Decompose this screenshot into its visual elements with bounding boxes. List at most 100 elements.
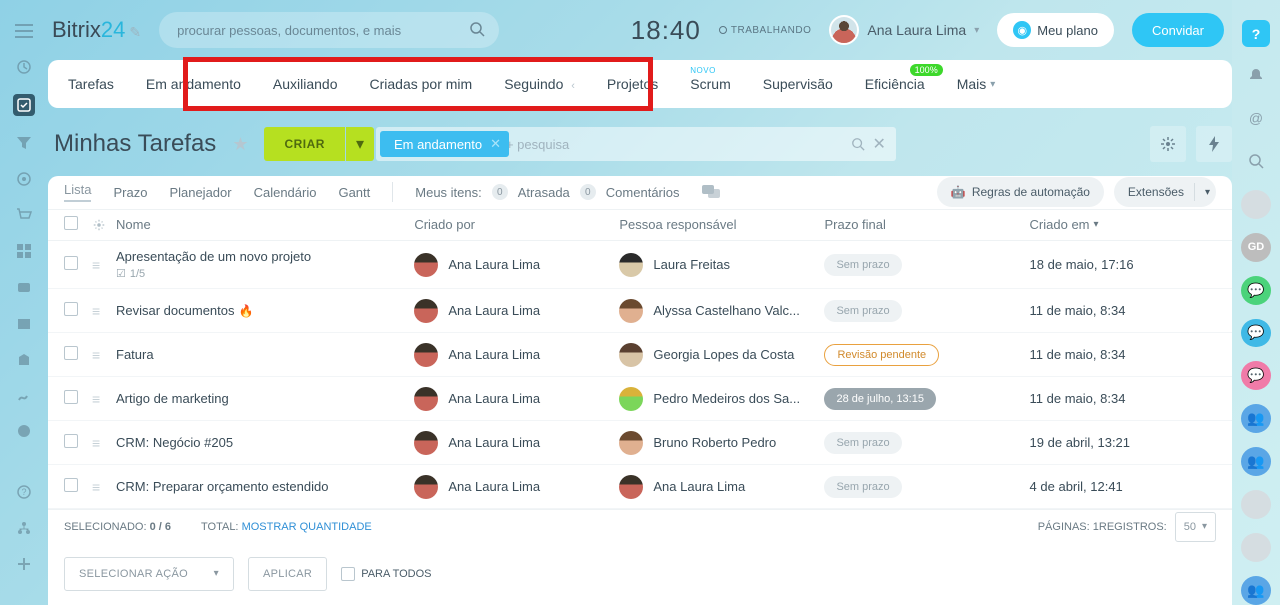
responsible[interactable]: Ana Laura Lima	[619, 475, 824, 499]
drag-icon[interactable]: ≡	[92, 479, 100, 495]
invite-button[interactable]: Convidar	[1132, 13, 1224, 47]
responsible[interactable]: Alyssa Castelhano Valc...	[619, 299, 824, 323]
drag-icon[interactable]: ≡	[92, 303, 100, 319]
select-action-dropdown[interactable]: SELECIONAR AÇÃO▾	[64, 557, 234, 591]
robot-icon[interactable]	[15, 278, 33, 296]
contact-avatar-1[interactable]	[1241, 190, 1271, 219]
due-pill[interactable]: Sem prazo	[824, 300, 901, 322]
tab-projetos[interactable]: Projetos	[607, 76, 658, 92]
due-pill[interactable]: Sem prazo	[824, 476, 901, 498]
work-status[interactable]: TRABALHANDO	[719, 25, 812, 36]
task-name[interactable]: Apresentação de um novo projeto	[116, 249, 414, 264]
tab-scrum[interactable]: NOVOScrum	[690, 76, 730, 92]
create-main[interactable]: CRIAR	[264, 127, 345, 161]
creator[interactable]: Ana Laura Lima	[414, 253, 619, 277]
footer-total-link[interactable]: MOSTRAR QUANTIDADE	[242, 521, 372, 533]
view-calendario[interactable]: Calendário	[254, 185, 317, 200]
contact-avatar-4[interactable]	[1241, 533, 1271, 562]
tab-criadas[interactable]: Criadas por mim	[369, 76, 472, 92]
drag-icon[interactable]: ≡	[92, 435, 100, 451]
table-row[interactable]: ≡Apresentação de um novo projeto☑1/5Ana …	[48, 241, 1232, 289]
help-icon[interactable]: ?	[15, 483, 33, 501]
bell-icon[interactable]	[1241, 61, 1271, 90]
target-icon[interactable]	[15, 170, 33, 188]
table-row[interactable]: ≡FaturaAna Laura LimaGeorgia Lopes da Co…	[48, 333, 1232, 377]
table-row[interactable]: ≡ Artigo de marketingAna Laura LimaPedro …	[48, 377, 1232, 421]
responsible[interactable]: Georgia Lopes da Costa	[619, 343, 824, 367]
filter-chip[interactable]: Em andamento✕	[380, 131, 509, 157]
contact-group-3[interactable]: 👥	[1241, 576, 1271, 605]
view-prazo[interactable]: Prazo	[113, 185, 147, 200]
for-all-checkbox[interactable]: PARA TODOS	[341, 567, 431, 581]
menu-icon[interactable]	[15, 22, 33, 40]
plus-icon[interactable]	[15, 555, 33, 573]
row-checkbox[interactable]	[64, 346, 78, 360]
row-checkbox[interactable]	[64, 302, 78, 316]
sign-icon[interactable]	[15, 386, 33, 404]
filter-icon[interactable]	[15, 134, 33, 152]
box-icon[interactable]	[15, 314, 33, 332]
at-icon[interactable]: @	[1241, 104, 1271, 133]
contact-group-2[interactable]: 👥	[1241, 447, 1271, 476]
logo[interactable]: Bitrix24✎	[52, 17, 141, 43]
col-responsavel[interactable]: Pessoa responsável	[619, 217, 824, 232]
creator[interactable]: Ana Laura Lima	[414, 343, 619, 367]
page-size-select[interactable]: 50▾	[1175, 512, 1216, 542]
chevron-down-icon[interactable]: ▾	[1205, 187, 1210, 198]
filter-remove-icon[interactable]: ✕	[490, 136, 501, 152]
tab-andamento[interactable]: Em andamento	[146, 76, 241, 92]
link-atrasada[interactable]: Atrasada	[518, 185, 570, 200]
contact-chat-3[interactable]: 💬	[1241, 361, 1271, 390]
task-name[interactable]: Artigo de marketing	[116, 391, 414, 406]
select-all-checkbox[interactable]	[64, 216, 78, 230]
edit-icon[interactable]: ✎	[129, 24, 141, 40]
due-pill[interactable]: Sem prazo	[824, 254, 901, 276]
automation-button[interactable]: 🤖Regras de automação	[937, 177, 1104, 207]
tab-mais[interactable]: Mais▾	[957, 76, 996, 92]
filter-search-input[interactable]	[506, 137, 851, 152]
table-row[interactable]: ≡ Revisar documentos🔥Ana Laura LimaAlyssa…	[48, 289, 1232, 333]
col-criado-por[interactable]: Criado por	[414, 217, 619, 232]
table-row[interactable]: ≡ CRM: Negócio #205Ana Laura LimaBruno Ro…	[48, 421, 1232, 465]
due-pill[interactable]: Revisão pendente	[824, 344, 939, 366]
contact-group-1[interactable]: 👥	[1241, 404, 1271, 433]
extensions-button[interactable]: Extensões▾	[1114, 177, 1216, 207]
drag-icon[interactable]: ≡	[92, 347, 100, 363]
gear-icon[interactable]	[92, 218, 116, 232]
tab-eficiencia[interactable]: Eficiência100%	[865, 76, 925, 92]
responsible[interactable]: Pedro Medeiros dos Sa...	[619, 387, 824, 411]
tab-seguindo[interactable]: Seguindo ‹	[504, 76, 575, 92]
view-lista[interactable]: Lista	[64, 182, 91, 202]
task-name[interactable]: Revisar documentos🔥	[116, 303, 414, 318]
building-icon[interactable]	[15, 350, 33, 368]
responsible[interactable]: Bruno Roberto Pedro	[619, 431, 824, 455]
tab-auxiliando[interactable]: Auxiliando	[273, 76, 338, 92]
settings-button[interactable]	[1150, 126, 1186, 162]
responsible[interactable]: Laura Freitas	[619, 253, 824, 277]
task-name[interactable]: CRM: Negócio #205	[116, 435, 414, 450]
due-pill[interactable]: Sem prazo	[824, 432, 901, 454]
check-circle-icon[interactable]	[15, 422, 33, 440]
creator[interactable]: Ana Laura Lima	[414, 387, 619, 411]
help-button[interactable]: ?	[1242, 20, 1270, 47]
tab-tarefas[interactable]: Tarefas	[68, 76, 114, 92]
task-name[interactable]: CRM: Preparar orçamento estendido	[116, 479, 414, 494]
table-row[interactable]: ≡CRM: Preparar orçamento estendidoAna La…	[48, 465, 1232, 509]
search-input[interactable]	[159, 12, 499, 48]
row-checkbox[interactable]	[64, 256, 78, 270]
col-prazo[interactable]: Prazo final	[824, 217, 1029, 232]
view-planejador[interactable]: Planejador	[169, 185, 231, 200]
clock-icon[interactable]	[15, 58, 33, 76]
contact-chat-2[interactable]: 💬	[1241, 319, 1271, 348]
chat-icon[interactable]	[702, 185, 720, 199]
star-icon[interactable]: ★	[232, 134, 248, 155]
contact-chat-1[interactable]: 💬	[1241, 276, 1271, 305]
drag-icon[interactable]: ≡	[92, 391, 100, 407]
drag-icon[interactable]: ≡	[92, 257, 100, 273]
tab-supervisao[interactable]: Supervisão	[763, 76, 833, 92]
creator[interactable]: Ana Laura Lima	[414, 475, 619, 499]
creator[interactable]: Ana Laura Lima	[414, 299, 619, 323]
creator[interactable]: Ana Laura Lima	[414, 431, 619, 455]
contact-avatar-3[interactable]	[1241, 490, 1271, 519]
due-pill[interactable]: 28 de julho, 13:15	[824, 388, 935, 410]
